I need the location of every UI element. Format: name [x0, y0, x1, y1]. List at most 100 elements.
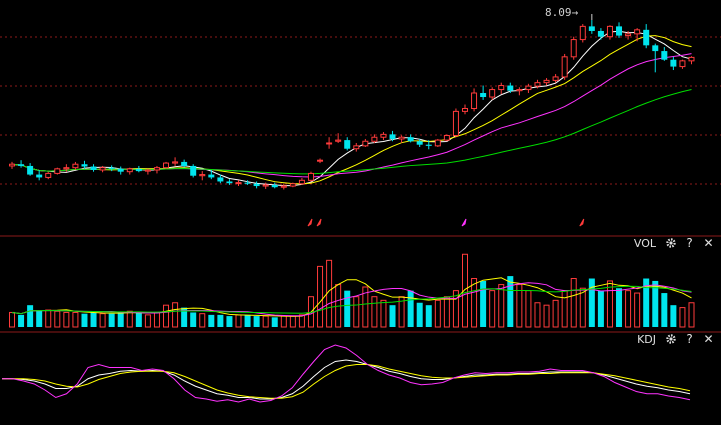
volume-bar	[208, 314, 215, 327]
candle-body	[688, 56, 695, 62]
volume-bar	[298, 314, 305, 328]
candle-body	[498, 85, 505, 91]
candle-body	[289, 183, 296, 187]
ma60-line	[11, 89, 692, 175]
volume-bar	[353, 296, 360, 328]
volume-bar	[72, 311, 79, 328]
ma5-line	[11, 30, 692, 187]
candle-body	[606, 25, 613, 38]
volume-bar	[344, 290, 351, 327]
candle-body	[153, 167, 160, 171]
candle-body	[126, 168, 133, 173]
vol-panel-header: VOL ? ✕	[634, 235, 715, 251]
volume-bar	[434, 299, 441, 328]
candle-body	[244, 182, 251, 184]
ma10-line	[11, 35, 692, 185]
kdj-j-line	[2, 344, 691, 403]
candle-body	[262, 184, 269, 187]
candle-body	[9, 163, 15, 167]
candle-body	[416, 141, 423, 145]
question-icon[interactable]: ?	[683, 237, 696, 250]
candle-body	[588, 26, 595, 31]
volume-bar	[507, 276, 514, 327]
candle-body	[72, 163, 79, 169]
question-icon[interactable]: ?	[683, 333, 696, 346]
candle-body	[570, 39, 577, 58]
candle-body	[108, 167, 115, 169]
volume-bar	[108, 313, 115, 327]
stock-chart	[0, 14, 721, 403]
candle-body	[371, 136, 378, 142]
volume-bar	[244, 314, 251, 327]
volume-bar	[135, 312, 142, 327]
volume-bar	[688, 302, 695, 328]
candle-body	[661, 51, 668, 60]
volume-bar	[570, 278, 577, 328]
volume-bar	[36, 310, 43, 327]
candle-body	[579, 25, 586, 41]
candle-body	[54, 168, 61, 174]
signal-marker	[316, 218, 322, 227]
volume-bar	[534, 302, 541, 328]
volume-bar	[317, 265, 324, 328]
volume-bar	[172, 302, 179, 328]
candle-body	[471, 92, 478, 110]
volume-bar	[371, 296, 378, 328]
candle-body	[280, 185, 287, 188]
candle-body	[398, 136, 405, 140]
volume-bar	[616, 288, 623, 327]
volume-bar	[271, 317, 278, 327]
candle-body	[389, 134, 396, 139]
candle-body	[616, 26, 623, 36]
gear-icon[interactable]	[664, 237, 677, 250]
volume-bar	[262, 315, 269, 328]
signal-marker	[307, 218, 313, 227]
candle-body	[597, 30, 604, 37]
volume-bar	[153, 311, 160, 328]
volume-bar	[54, 310, 61, 328]
candle-body	[63, 167, 70, 170]
candle-body	[625, 33, 632, 37]
volume-bar	[579, 287, 586, 328]
candle-body	[271, 184, 278, 188]
volume-bar	[126, 310, 133, 328]
candle-body	[380, 133, 387, 138]
volume-bar	[63, 311, 70, 328]
volume-bar	[661, 293, 668, 327]
volume-bar	[90, 312, 97, 327]
volume-bar	[480, 280, 487, 327]
volume-bar	[226, 316, 233, 327]
candlestick-series	[9, 20, 695, 190]
signal-marker	[461, 218, 467, 227]
volume-bar	[525, 290, 532, 328]
close-icon[interactable]: ✕	[702, 237, 715, 250]
close-icon[interactable]: ✕	[702, 333, 715, 346]
volume-bar	[217, 314, 224, 327]
candle-body	[307, 172, 314, 181]
volume-bar	[235, 314, 242, 328]
kdj-lines	[2, 344, 691, 403]
candle-body	[317, 159, 324, 162]
volume-bar	[380, 299, 387, 328]
volume-bar	[625, 290, 632, 328]
gear-icon[interactable]	[664, 333, 677, 346]
candle-body	[679, 60, 686, 68]
candle-body	[452, 110, 459, 137]
candle-body	[326, 142, 333, 145]
candle-body	[36, 174, 43, 178]
candle-body	[353, 145, 360, 150]
candle-body	[190, 165, 197, 176]
volume-bar	[253, 316, 260, 327]
candle-body	[235, 182, 242, 185]
signal-marker	[579, 218, 585, 227]
moving-average-lines	[11, 30, 692, 187]
candle-body	[172, 161, 179, 164]
ma20-line	[11, 53, 692, 178]
candle-body	[135, 168, 142, 172]
candle-body	[534, 82, 541, 87]
volume-bar	[561, 290, 568, 328]
candle-body	[516, 89, 523, 92]
kdj-d-line	[2, 364, 691, 399]
volume-bar	[634, 292, 641, 328]
candle-body	[144, 169, 151, 172]
